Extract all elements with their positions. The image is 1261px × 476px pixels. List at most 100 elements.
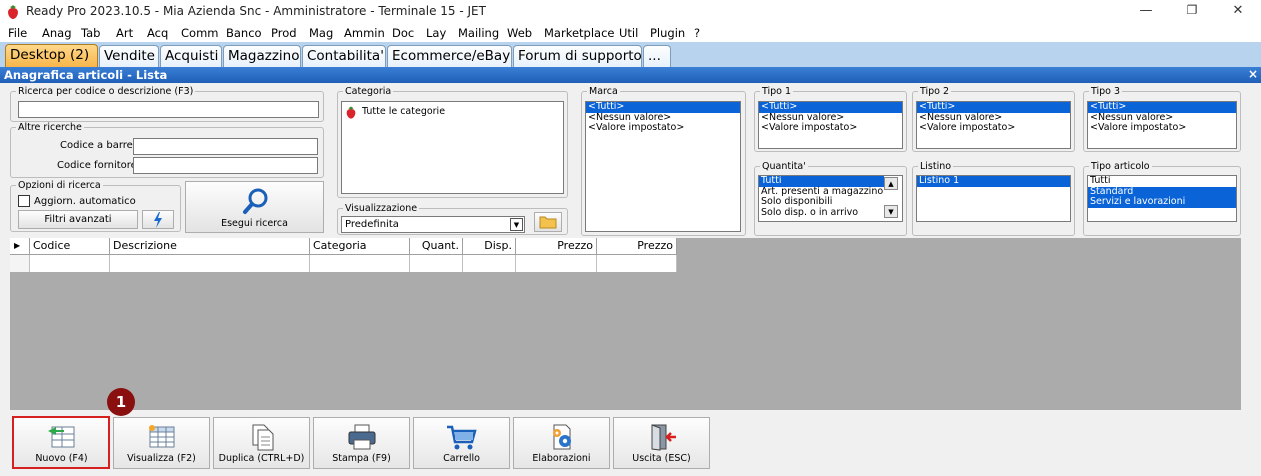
column-header-disp[interactable]: Disp. bbox=[463, 238, 516, 255]
column-header-descrizione[interactable]: Descrizione bbox=[110, 238, 310, 255]
duplicate-button-label: Duplica (CTRL+D) bbox=[218, 453, 305, 464]
list-item[interactable]: Servizi e lavorazioni bbox=[1088, 196, 1236, 208]
tab-strip: Desktop (2) Vendite Acquisti Magazzino C… bbox=[0, 42, 1261, 67]
supplier-code-label: Codice fornitore : bbox=[57, 160, 144, 171]
menu-tab[interactable]: Tab bbox=[81, 26, 100, 40]
lightning-button[interactable] bbox=[142, 210, 174, 229]
list-item[interactable]: <Tutti> bbox=[917, 102, 1070, 113]
open-folder-button[interactable] bbox=[534, 212, 562, 232]
scroll-up-icon[interactable]: ▲ bbox=[884, 177, 898, 190]
article-type-list[interactable]: Tutti Standard Servizi e lavorazioni bbox=[1087, 175, 1237, 222]
menu-bar: File Anag Tab Art Acq Comm Banco Prod Ma… bbox=[0, 24, 1261, 42]
list-item[interactable]: Tutti bbox=[759, 176, 884, 187]
list-item[interactable]: Solo disp. o in arrivo bbox=[759, 207, 884, 219]
list-item[interactable]: Solo disponibili bbox=[759, 196, 884, 208]
lightning-icon bbox=[154, 212, 162, 228]
list-item[interactable]: <Valore impostato> bbox=[917, 122, 1070, 134]
menu-prod[interactable]: Prod bbox=[271, 26, 297, 40]
processing-button[interactable]: Elaborazioni bbox=[513, 417, 610, 469]
auto-update-label: Aggiorn. automatico bbox=[34, 196, 136, 207]
chevron-down-icon: ▼ bbox=[510, 218, 523, 231]
brand-legend: Marca bbox=[589, 86, 618, 97]
tab-more[interactable]: ... bbox=[643, 45, 671, 67]
strawberry-app-icon bbox=[8, 5, 18, 19]
list-item[interactable]: <Valore impostato> bbox=[586, 122, 740, 134]
menu-help[interactable]: ? bbox=[694, 26, 700, 40]
menu-file[interactable]: File bbox=[8, 26, 27, 40]
panel-close-icon[interactable]: × bbox=[1246, 67, 1260, 82]
window-title: Ready Pro 2023.10.5 - Mia Azienda Snc - … bbox=[26, 4, 486, 18]
menu-util[interactable]: Util bbox=[619, 26, 638, 40]
tab-desktop[interactable]: Desktop (2) bbox=[5, 44, 98, 67]
list-item[interactable]: <Tutti> bbox=[586, 102, 740, 113]
exit-door-icon bbox=[651, 424, 676, 451]
list-item[interactable]: <Tutti> bbox=[759, 102, 902, 113]
view-legend: Visualizzazione bbox=[345, 203, 418, 214]
view-button[interactable]: Visualizza (F2) bbox=[113, 417, 210, 469]
auto-update-checkbox[interactable] bbox=[18, 195, 30, 207]
list-item[interactable]: <Valore impostato> bbox=[759, 122, 902, 134]
table-row[interactable] bbox=[10, 255, 677, 272]
cart-button[interactable]: Carrello bbox=[413, 417, 510, 469]
pricelist-list[interactable]: Listino 1 bbox=[916, 175, 1071, 222]
type3-list[interactable]: <Tutti> <Nessun valore> <Valore impostat… bbox=[1087, 101, 1237, 149]
article-type-legend: Tipo articolo bbox=[1091, 161, 1150, 172]
title-bar: Ready Pro 2023.10.5 - Mia Azienda Snc - … bbox=[0, 0, 1261, 24]
menu-marketplace[interactable]: Marketplace bbox=[544, 26, 614, 40]
supplier-code-input[interactable] bbox=[133, 157, 318, 174]
menu-mag[interactable]: Mag bbox=[309, 26, 333, 40]
exit-button[interactable]: Uscita (ESC) bbox=[613, 417, 710, 469]
tab-forum[interactable]: Forum di supporto bbox=[513, 45, 642, 67]
scroll-down-icon[interactable]: ▼ bbox=[884, 205, 898, 218]
view-button-label: Visualizza (F2) bbox=[127, 453, 196, 464]
list-item[interactable]: Tutti bbox=[1088, 176, 1236, 187]
tab-magazzino[interactable]: Magazzino bbox=[223, 45, 301, 67]
brand-list[interactable]: <Tutti> <Nessun valore> <Valore impostat… bbox=[585, 101, 741, 232]
menu-plugin[interactable]: Plugin bbox=[650, 26, 685, 40]
advanced-filters-button[interactable]: Filtri avanzati bbox=[18, 210, 138, 229]
strawberry-icon bbox=[346, 106, 356, 119]
restore-button[interactable]: ❐ bbox=[1169, 0, 1215, 24]
menu-art[interactable]: Art bbox=[116, 26, 133, 40]
tab-contabilita[interactable]: Contabilita' bbox=[302, 45, 386, 67]
menu-ammin[interactable]: Ammin bbox=[344, 26, 385, 40]
menu-mailing[interactable]: Mailing bbox=[458, 26, 499, 40]
category-legend: Categoria bbox=[345, 86, 392, 97]
column-header-prezzo-1[interactable]: Prezzo bbox=[516, 238, 597, 255]
menu-lay[interactable]: Lay bbox=[426, 26, 446, 40]
menu-web[interactable]: Web bbox=[507, 26, 532, 40]
list-item[interactable]: <Valore impostato> bbox=[1088, 122, 1236, 134]
tab-ecommerce[interactable]: Ecommerce/eBay bbox=[387, 45, 512, 67]
duplicate-icon bbox=[252, 424, 274, 451]
menu-anag[interactable]: Anag bbox=[42, 26, 72, 40]
menu-acq[interactable]: Acq bbox=[147, 26, 168, 40]
menu-doc[interactable]: Doc bbox=[392, 26, 414, 40]
tab-vendite[interactable]: Vendite bbox=[99, 45, 159, 67]
tab-acquisti[interactable]: Acquisti bbox=[160, 45, 222, 67]
print-button[interactable]: Stampa (F9) bbox=[313, 417, 410, 469]
view-select[interactable]: Predefinita ▼ bbox=[341, 216, 525, 233]
barcode-input[interactable] bbox=[133, 138, 318, 155]
column-header-categoria[interactable]: Categoria bbox=[310, 238, 410, 255]
close-window-button[interactable]: ✕ bbox=[1215, 0, 1261, 24]
execute-search-button[interactable]: Esegui ricerca bbox=[185, 181, 324, 233]
cart-button-label: Carrello bbox=[443, 453, 480, 464]
duplicate-button[interactable]: Duplica (CTRL+D) bbox=[213, 417, 310, 469]
list-item[interactable]: Listino 1 bbox=[917, 176, 1070, 187]
column-header-codice[interactable]: Codice bbox=[30, 238, 110, 255]
exit-button-label: Uscita (ESC) bbox=[632, 453, 691, 464]
column-header-quant[interactable]: Quant. bbox=[410, 238, 463, 255]
type2-list[interactable]: <Tutti> <Nessun valore> <Valore impostat… bbox=[916, 101, 1071, 149]
type1-list[interactable]: <Tutti> <Nessun valore> <Valore impostat… bbox=[758, 101, 903, 149]
quantity-legend: Quantita' bbox=[762, 161, 806, 172]
category-tree[interactable]: Tutte le categorie bbox=[341, 101, 564, 194]
category-all-item[interactable]: Tutte le categorie bbox=[362, 106, 445, 118]
menu-banco[interactable]: Banco bbox=[226, 26, 262, 40]
column-header-prezzo-2[interactable]: Prezzo bbox=[597, 238, 677, 255]
list-item[interactable]: <Tutti> bbox=[1088, 102, 1236, 113]
view-select-value: Predefinita bbox=[345, 219, 399, 230]
minimize-button[interactable]: — bbox=[1123, 0, 1169, 24]
quantity-list[interactable]: Tutti Art. presenti a magazzino Solo dis… bbox=[758, 175, 903, 222]
menu-comm[interactable]: Comm bbox=[181, 26, 218, 40]
search-input[interactable] bbox=[18, 101, 319, 118]
